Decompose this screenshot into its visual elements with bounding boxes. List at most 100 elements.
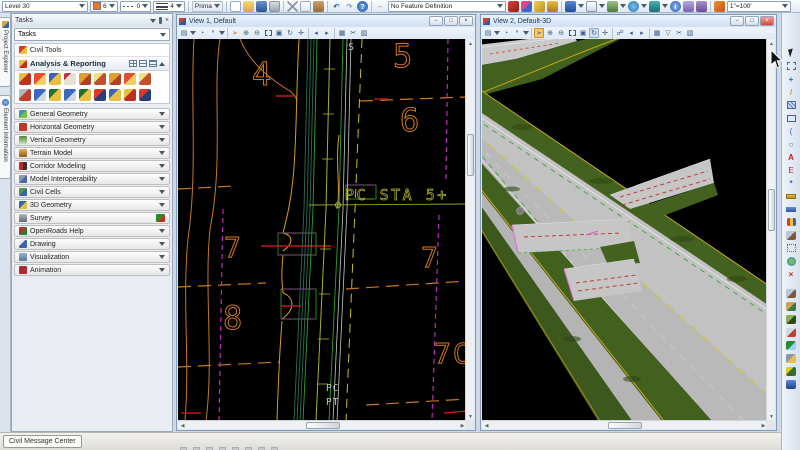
active-level-dropdown[interactable]: Level 30	[2, 1, 88, 12]
clip-volume-icon[interactable]: ▽	[663, 28, 673, 38]
copy-icon[interactable]	[300, 1, 311, 12]
fit-view-icon[interactable]: ▣	[274, 28, 284, 38]
close-button[interactable]: ×	[459, 16, 473, 26]
pin-icon[interactable]	[159, 17, 162, 24]
view-next-icon[interactable]: ▸	[637, 28, 647, 38]
primary-tools-button[interactable]: Prima	[192, 1, 223, 12]
tool-icon[interactable]	[79, 73, 91, 85]
tool-icon[interactable]	[34, 73, 46, 85]
copy-view-icon[interactable]: ▦	[652, 28, 662, 38]
pan-view-icon[interactable]: ✛	[296, 28, 306, 38]
annotation-scale-dropdown[interactable]: 1"=100'	[727, 1, 791, 12]
layout-rows-icon[interactable]	[149, 60, 157, 67]
tool-icon[interactable]	[64, 73, 76, 85]
feature-key-icon[interactable]: ⌐	[375, 1, 386, 12]
accudraw-icon[interactable]	[565, 1, 576, 12]
terrain-tools-icon[interactable]	[785, 313, 798, 325]
restore-button[interactable]: □	[745, 16, 759, 26]
view2-vertical-scrollbar[interactable]: ▲ ▼	[766, 39, 775, 421]
raster-manager-icon[interactable]	[628, 1, 639, 12]
measure-icon[interactable]	[785, 203, 798, 215]
sidebar-item-3d-geometry[interactable]: 3D Geometry	[14, 199, 170, 211]
find-icon[interactable]	[683, 1, 694, 12]
visualization-tools-icon[interactable]	[785, 365, 798, 377]
view-settings-icon[interactable]: *	[512, 28, 522, 38]
survey-tool-icon[interactable]	[156, 214, 165, 222]
models-globe-icon[interactable]	[785, 255, 798, 267]
save-icon[interactable]	[256, 1, 267, 12]
tasks-panel-header[interactable]: Tasks ×	[12, 14, 172, 27]
pan-view-icon[interactable]: ✛	[600, 28, 610, 38]
window-area-icon[interactable]	[567, 28, 577, 38]
references-icon[interactable]	[607, 1, 618, 12]
note-icon[interactable]: Ε	[785, 164, 798, 176]
view1-canvas[interactable]: PC STA 5+ S PC PT 4 5 6 7 7 8 7C	[178, 39, 467, 421]
clip-volume-icon[interactable]: ✂	[348, 28, 358, 38]
sidebar-item-model-interoperability[interactable]: Model Interoperability	[14, 173, 170, 185]
view-tools-more-icon[interactable]: ▧	[685, 28, 695, 38]
tool-icon[interactable]	[109, 73, 121, 85]
zoom-out-icon[interactable]: ⊖	[252, 28, 262, 38]
hatch-icon[interactable]	[785, 99, 798, 111]
match-attributes-icon[interactable]	[508, 1, 519, 12]
element-info-icon[interactable]: i	[670, 1, 681, 12]
line-weight-dropdown[interactable]: 4	[153, 1, 185, 12]
close-icon[interactable]: ×	[165, 17, 169, 24]
point-icon[interactable]: *	[785, 177, 798, 189]
view1-title-bar[interactable]: View 1, Default − □ ×	[177, 15, 475, 27]
walk-icon[interactable]: ☍	[615, 28, 625, 38]
close-button[interactable]: ×	[760, 16, 774, 26]
minimize-button[interactable]: −	[429, 16, 443, 26]
sidebar-item-civil-cells[interactable]: Civil Cells	[14, 186, 170, 198]
tool-icon[interactable]	[19, 89, 31, 101]
tool-icon[interactable]	[34, 89, 46, 101]
tool-icon[interactable]	[139, 89, 151, 101]
tool-icon[interactable]	[79, 89, 91, 101]
civil-tools-item[interactable]: Civil Tools	[15, 44, 169, 57]
tool-icon[interactable]	[94, 73, 106, 85]
tab-project-explorer[interactable]: Project Explorer	[0, 17, 11, 87]
cut-icon[interactable]	[287, 1, 298, 12]
element-selection-icon[interactable]: ➢	[534, 28, 544, 38]
tool-icon[interactable]	[109, 89, 121, 101]
minimize-button[interactable]: −	[730, 16, 744, 26]
clip-mask-icon[interactable]: ✂	[674, 28, 684, 38]
print-icon[interactable]	[269, 1, 280, 12]
zoom-in-icon[interactable]: ⊕	[545, 28, 555, 38]
view-display-mode-icon[interactable]: ▤	[179, 28, 189, 38]
feature-definition-dropdown[interactable]: No Feature Definition	[388, 1, 506, 12]
tool-icon[interactable]	[49, 89, 61, 101]
scrollbar-thumb[interactable]	[768, 189, 775, 231]
attach-icon[interactable]	[785, 229, 798, 241]
wand-icon[interactable]: /	[785, 86, 798, 98]
open-file-icon[interactable]	[243, 1, 254, 12]
sidebar-item-corridor-modeling[interactable]: Corridor Modeling	[14, 160, 170, 172]
element-selection-icon[interactable]: ➢	[230, 28, 240, 38]
sidebar-item-openroads-help[interactable]: OpenRoads Help	[14, 225, 170, 237]
tasks-dropdown[interactable]: Tasks	[14, 28, 170, 41]
civil-message-center-tab[interactable]: Civil Message Center	[3, 435, 82, 448]
3d-tools-icon[interactable]	[785, 378, 798, 390]
collapse-icon[interactable]	[159, 62, 165, 66]
zoom-in-icon[interactable]: ⊕	[241, 28, 251, 38]
clip-mask-icon[interactable]: ▧	[359, 28, 369, 38]
window-area-icon[interactable]	[263, 28, 273, 38]
change-attributes-icon[interactable]	[785, 216, 798, 228]
new-file-icon[interactable]	[230, 1, 241, 12]
sidebar-item-general-geometry[interactable]: General Geometry	[14, 108, 170, 120]
scrollbar-thumb[interactable]	[608, 422, 642, 429]
sidebar-item-terrain-model[interactable]: Terrain Model	[14, 147, 170, 159]
crosshair-icon[interactable]: +	[785, 73, 798, 85]
tool-icon[interactable]	[94, 89, 106, 101]
annotation-scale-icon[interactable]	[714, 1, 725, 12]
shape-icon[interactable]	[785, 112, 798, 124]
analysis-reporting-header[interactable]: Analysis & Reporting	[15, 57, 169, 71]
view2-title-bar[interactable]: View 2, Default-3D − □ ×	[481, 15, 776, 27]
line-style-dropdown[interactable]: 0	[120, 1, 152, 12]
paste-icon[interactable]	[313, 1, 324, 12]
view-next-icon[interactable]: ▸	[322, 28, 332, 38]
rotate-view-icon[interactable]: ↻	[589, 28, 599, 38]
view-settings-icon[interactable]: *	[208, 28, 218, 38]
help-icon[interactable]: ?	[357, 1, 368, 12]
layout-list-icon[interactable]	[139, 60, 147, 67]
